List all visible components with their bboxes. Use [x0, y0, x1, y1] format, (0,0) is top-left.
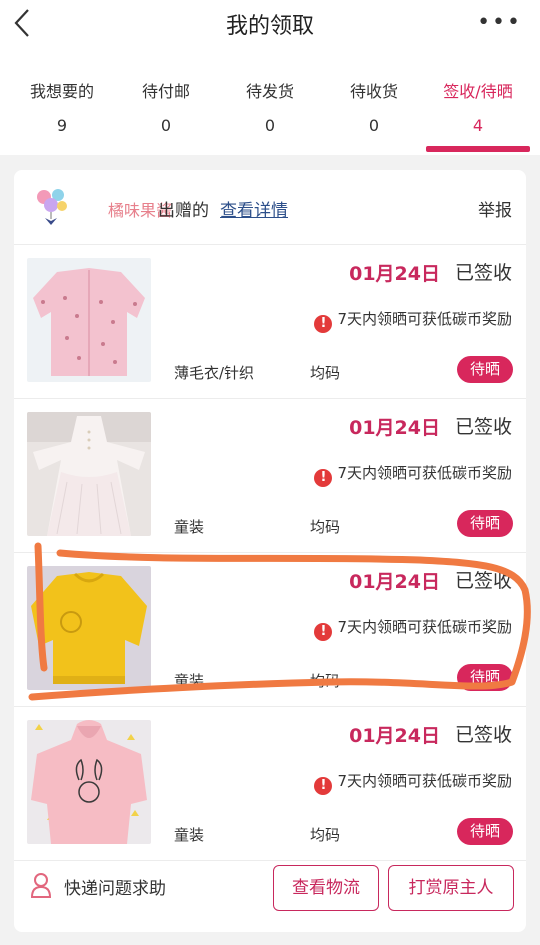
- signed-date: 01月24日: [349, 725, 440, 747]
- item-size: 均码: [310, 364, 341, 382]
- delivery-help-link[interactable]: 快递问题求助: [64, 874, 166, 899]
- item-size: 均码: [310, 826, 341, 844]
- signed-status: 已签收: [454, 724, 512, 746]
- active-tab-indicator: [426, 146, 530, 152]
- page-title: 我的领取: [225, 14, 314, 39]
- reward-notice: ! 7天内领晒可获低碳币奖励: [314, 616, 512, 641]
- signed-status: 已签收: [454, 570, 512, 592]
- giver-suffix: 出赠的: [158, 201, 209, 221]
- view-details-link[interactable]: 查看详情: [220, 196, 288, 221]
- share-button[interactable]: 待晒: [457, 356, 513, 383]
- tab-count: 0: [264, 116, 276, 135]
- card-footer: 快递问题求助 查看物流 打赏原主人: [14, 860, 526, 932]
- person-icon: [30, 873, 52, 898]
- tab-label: 我想要的: [29, 82, 94, 101]
- share-button[interactable]: 待晒: [457, 664, 513, 691]
- signed-status: 已签收: [454, 416, 512, 438]
- status-tabs: 我想要的 9 待付邮 0 待发货 0 待收货 0 签收/待晒 4: [0, 48, 540, 155]
- tab-label: 待发货: [245, 82, 294, 101]
- tab-count: 4: [472, 116, 484, 135]
- list-item[interactable]: 01月24日 已签收 ! 7天内领晒可获低碳币奖励 薄毛衣/针织 均码 待晒: [14, 244, 526, 399]
- reward-notice: ! 7天内领晒可获低碳币奖励: [314, 770, 512, 795]
- tab-wanted[interactable]: 我想要的 9: [10, 78, 114, 135]
- reward-notice: ! 7天内领晒可获低碳币奖励: [314, 462, 512, 487]
- item-category: 薄毛衣/针织: [174, 364, 255, 382]
- item-photo-yellow-sweatshirt: [27, 566, 151, 690]
- exclamation-icon: !: [314, 777, 333, 795]
- tab-label: 签收/待晒: [443, 82, 513, 101]
- tab-label: 待付邮: [141, 82, 190, 101]
- item-category: 童装: [174, 518, 205, 536]
- tab-pending-shipment[interactable]: 待发货 0: [218, 78, 322, 135]
- item-size: 均码: [310, 672, 341, 690]
- order-card: 橘味果酱 出赠的 查看详情 举报 01月24日 已签收 ! 7天内领晒可获低碳币奖…: [14, 170, 526, 932]
- item-photo-pink-cardigan: [27, 258, 151, 382]
- tab-signed-to-share[interactable]: 签收/待晒 4: [426, 78, 530, 135]
- item-category: 童装: [174, 826, 205, 844]
- giver-row: 橘味果酱 出赠的 查看详情 举报: [14, 170, 526, 245]
- item-photo-pink-hoodie: [27, 720, 151, 844]
- tab-count: 0: [368, 116, 380, 135]
- exclamation-icon: !: [314, 623, 333, 641]
- list-item[interactable]: 01月24日 已签收 ! 7天内领晒可获低碳币奖励 童装 均码 待晒: [14, 552, 526, 707]
- signed-date: 01月24日: [349, 417, 440, 439]
- item-photo-white-dress: [27, 412, 151, 536]
- tab-pending-postage[interactable]: 待付邮 0: [114, 78, 218, 135]
- tip-original-owner-button[interactable]: 打赏原主人: [388, 865, 514, 911]
- exclamation-icon: !: [314, 469, 333, 487]
- item-size: 均码: [310, 518, 341, 536]
- top-bar: 我的领取 •••: [0, 0, 540, 48]
- share-button[interactable]: 待晒: [457, 818, 513, 845]
- item-category: 童装: [174, 672, 205, 690]
- tab-count: 9: [56, 116, 68, 135]
- report-button[interactable]: 举报: [478, 196, 512, 221]
- tab-pending-receipt[interactable]: 待收货 0: [322, 78, 426, 135]
- tab-label: 待收货: [349, 82, 398, 101]
- reward-notice: ! 7天内领晒可获低碳币奖励: [314, 308, 512, 333]
- view-logistics-button[interactable]: 查看物流: [273, 865, 379, 911]
- signed-date: 01月24日: [349, 571, 440, 593]
- giver-avatar[interactable]: [34, 188, 70, 226]
- tab-count: 0: [160, 116, 172, 135]
- more-options-icon[interactable]: •••: [477, 10, 522, 35]
- list-item[interactable]: 01月24日 已签收 ! 7天内领晒可获低碳币奖励 童装 均码 待晒: [14, 706, 526, 861]
- signed-date: 01月24日: [349, 263, 440, 285]
- share-button[interactable]: 待晒: [457, 510, 513, 537]
- signed-status: 已签收: [454, 262, 512, 284]
- list-item[interactable]: 01月24日 已签收 ! 7天内领晒可获低碳币奖励 童装 均码 待晒: [14, 398, 526, 553]
- exclamation-icon: !: [314, 315, 333, 333]
